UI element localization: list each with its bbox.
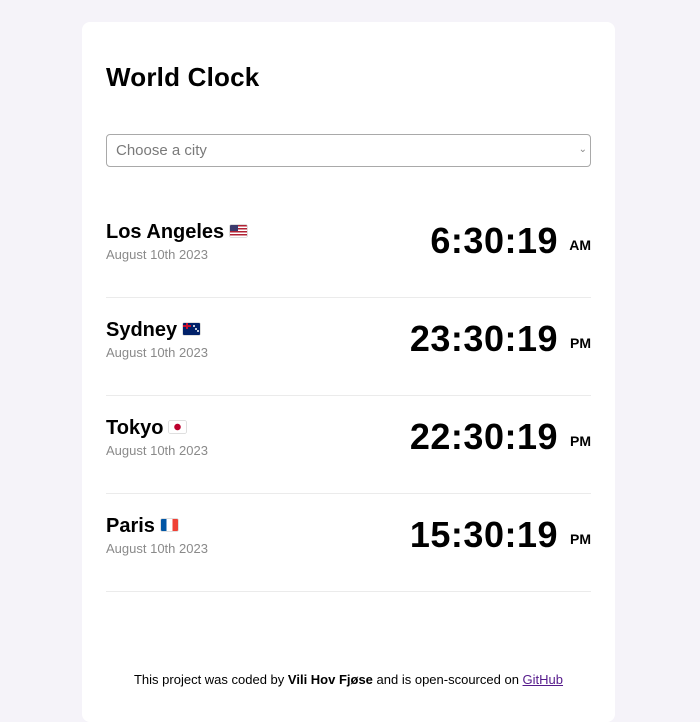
- city-ampm: PM: [570, 433, 591, 449]
- city-name-line: Tokyo: [106, 417, 187, 440]
- city-select[interactable]: Choose a city: [107, 135, 590, 166]
- city-ampm: PM: [570, 531, 591, 547]
- city-time: 15:30:19: [409, 514, 558, 555]
- city-row: Tokyo August 10th 2023 22:30:19 PM: [106, 396, 591, 494]
- city-ampm: PM: [570, 335, 591, 351]
- footer: This project was coded by Vili Hov Fjøse…: [82, 672, 615, 687]
- city-time: 23:30:19: [409, 318, 558, 359]
- city-date: August 10th 2023: [106, 541, 208, 556]
- city-name: Sydney: [106, 319, 178, 341]
- world-clock-card: World Clock Choose a city ⌄ Los Angeles …: [82, 22, 615, 722]
- github-link[interactable]: GitHub: [523, 672, 563, 687]
- city-name-line: Los Angeles: [106, 221, 248, 244]
- city-select-wrapper[interactable]: Choose a city ⌄: [106, 134, 591, 167]
- city-name: Paris: [106, 515, 155, 537]
- au-flag-icon: [183, 323, 201, 335]
- city-row: Sydney August 10th 2023 23:30:19 PM: [106, 298, 591, 396]
- city-name: Tokyo: [106, 417, 164, 439]
- footer-author: Vili Hov Fjøse: [287, 672, 373, 687]
- fr-flag-icon: [160, 519, 178, 531]
- city-name-line: Paris: [106, 515, 178, 538]
- page-title: World Clock: [106, 62, 260, 92]
- city-time: 22:30:19: [409, 416, 558, 457]
- city-ampm: AM: [569, 237, 591, 253]
- jp-flag-icon: [169, 421, 187, 433]
- city-date: August 10th 2023: [106, 345, 208, 360]
- city-row: Paris August 10th 2023 15:30:19 PM: [106, 494, 591, 592]
- footer-middle: and is open-scourced on: [376, 672, 519, 687]
- city-time: 6:30:19: [430, 220, 558, 261]
- city-date: August 10th 2023: [106, 247, 208, 262]
- us-flag-icon: [230, 225, 248, 237]
- footer-prefix: This project was coded by: [133, 672, 285, 687]
- city-name: Los Angeles: [106, 221, 225, 243]
- city-row: Los Angeles August 10th 2023 6:30:19 AM: [106, 200, 591, 298]
- city-name-line: Sydney: [106, 319, 201, 342]
- city-date: August 10th 2023: [106, 443, 208, 458]
